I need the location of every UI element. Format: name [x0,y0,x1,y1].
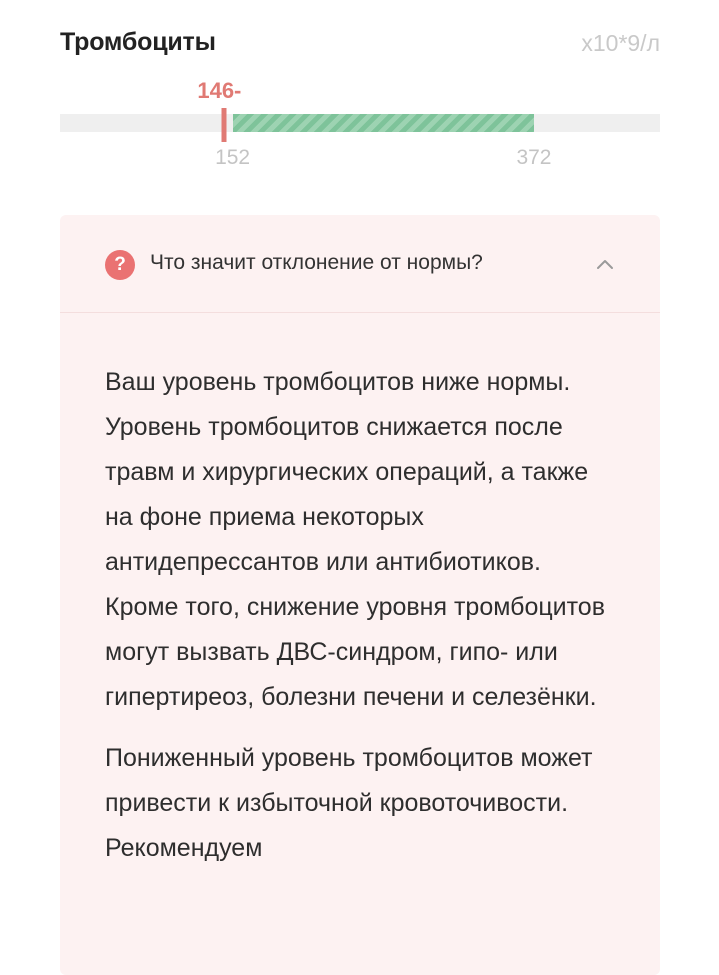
analysis-header: Тромбоциты х10*9/л [60,26,660,62]
result-value-label: 146- [197,78,242,103]
explanation-paragraph: Пониженный уровень тромбоцитов может при… [105,744,593,862]
analysis-title: Тромбоциты [60,28,216,56]
range-track [60,114,660,132]
explanation-paragraph: Ваш уровень тромбоцитов ниже нормы. Уров… [105,368,605,711]
deviation-explanation-body: Ваш уровень тромбоцитов ниже нормы. Уров… [105,360,615,887]
reference-range-bar: 146- 152 372 [60,78,660,178]
deviation-question: Что значит отклонение от нормы? [150,251,483,274]
result-value-marker [221,108,227,142]
analysis-unit: х10*9/л [581,30,660,56]
norm-min-label: 152 [215,146,251,169]
deviation-accordion-header[interactable]: ? Что значит отклонение от нормы? [60,215,660,313]
question-circle-icon: ? [105,250,135,280]
norm-max-label: 372 [516,146,552,169]
norm-range-band [232,114,534,132]
chevron-up-icon[interactable] [593,253,617,277]
deviation-explanation-card: ? Что значит отклонение от нормы? Ваш ур… [60,215,660,975]
